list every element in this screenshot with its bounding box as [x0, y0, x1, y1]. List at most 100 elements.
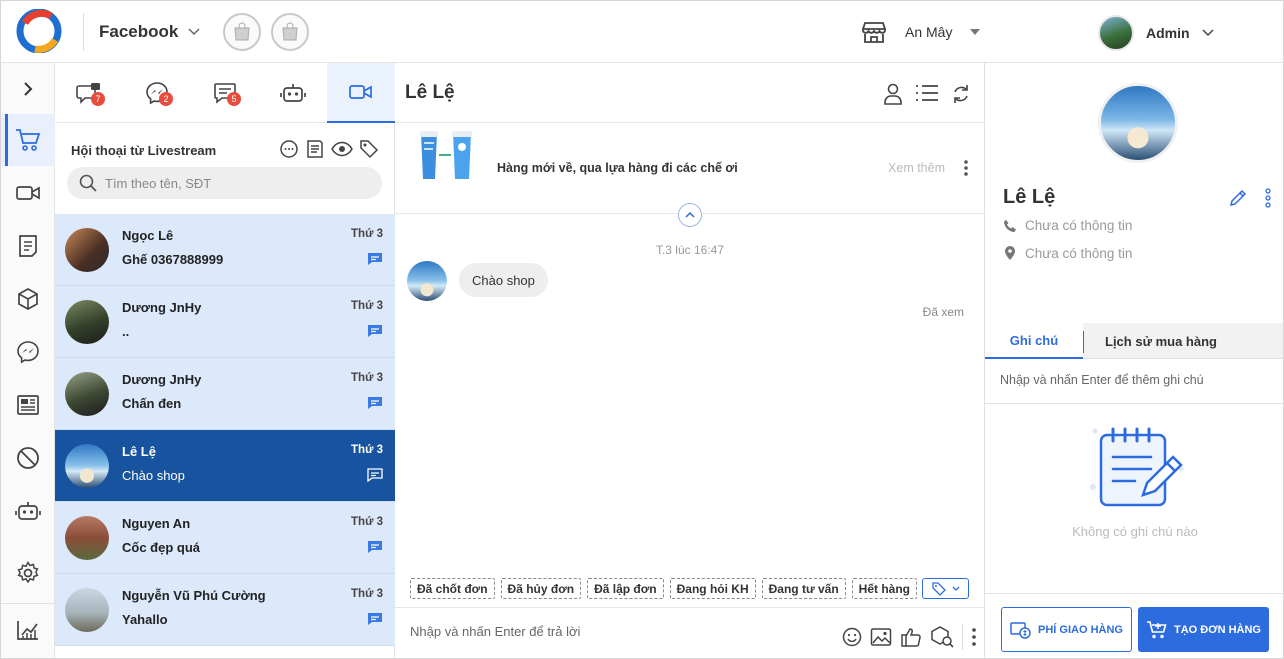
- message-icon: [368, 613, 382, 625]
- tag-icon: [931, 581, 946, 596]
- message-composer: [395, 607, 985, 658]
- quick-tag-button[interactable]: Đã hủy đơn: [500, 578, 582, 599]
- tag-dropdown-button[interactable]: [922, 578, 969, 599]
- location-icon: [1005, 246, 1015, 260]
- contact-name: Nguyễn Vũ Phú Cường: [122, 588, 266, 603]
- contact-name: Lê Lệ: [122, 444, 156, 459]
- sender-avatar: [407, 261, 447, 301]
- nav-expand-button[interactable]: [1, 63, 55, 115]
- unread-badge: 7: [91, 92, 105, 106]
- nav-item-news[interactable]: [1, 379, 55, 431]
- gear-icon: [17, 561, 39, 584]
- emoji-icon[interactable]: [842, 627, 862, 647]
- nav-item-posts[interactable]: [1, 220, 55, 272]
- page-avatar-button[interactable]: [223, 13, 261, 51]
- message-time: Thứ 3: [351, 228, 383, 240]
- tab-messages[interactable]: 5: [191, 63, 259, 123]
- message-icon: [368, 325, 382, 337]
- quick-tag-button[interactable]: Hết hàng: [851, 578, 917, 599]
- nav-item-blocked[interactable]: [1, 432, 55, 484]
- page-avatar-button[interactable]: [271, 13, 309, 51]
- shipping-fee-button[interactable]: PHÍ GIAO HÀNG: [1001, 607, 1132, 652]
- user-icon[interactable]: [883, 83, 903, 105]
- message-time: Thứ 3: [351, 516, 383, 528]
- more-vertical-icon[interactable]: [971, 627, 977, 647]
- conversation-item[interactable]: Nguyen An Cốc đẹp quá Thứ 3: [55, 502, 395, 574]
- bag-icon: [234, 22, 250, 41]
- composer-tools: [842, 624, 977, 650]
- see-more-link[interactable]: Xem thêm: [888, 161, 945, 175]
- divider: [83, 13, 84, 51]
- tab-livestream[interactable]: [327, 63, 395, 123]
- quick-tag-button[interactable]: Đang hỏi KH: [669, 578, 756, 599]
- chat-pane: Lê Lệ Hàng mới về, qua lựa hàng đi các c…: [395, 63, 985, 658]
- note-icon[interactable]: [305, 139, 325, 159]
- nav-item-messenger[interactable]: [1, 326, 55, 378]
- nav-item-orders[interactable]: [1, 114, 55, 166]
- message-time: Thứ 3: [351, 588, 383, 600]
- tab-comments[interactable]: 7: [55, 63, 123, 123]
- phone-row: Chưa có thông tin: [1003, 218, 1132, 233]
- quick-tag-button[interactable]: Đã chốt đơn: [410, 578, 495, 599]
- app-window: Facebook An Mây Admin 7 2 5 Hội thoại từ…: [0, 0, 1284, 659]
- tab-purchase-history[interactable]: Lịch sử mua hàng: [1105, 323, 1217, 359]
- conversation-item[interactable]: Dương JnHy Chấn đen Thứ 3: [55, 358, 395, 430]
- search-input[interactable]: [105, 175, 365, 191]
- quick-tag-button[interactable]: Đã lập đơn: [587, 578, 664, 599]
- conversation-item[interactable]: Ngọc Lê Ghế 0367888999 Thứ 3: [55, 214, 395, 286]
- bot-icon: [280, 84, 306, 102]
- nav-item-products[interactable]: [1, 273, 55, 325]
- nav-item-settings[interactable]: [1, 547, 55, 599]
- box-icon: [18, 288, 38, 310]
- product-image: [420, 131, 472, 179]
- tag-icon[interactable]: [359, 139, 379, 159]
- empty-notes-text: Không có ghi chú nào: [1072, 524, 1198, 539]
- tab-notes[interactable]: Ghi chú: [985, 323, 1083, 359]
- seen-status: Đã xem: [922, 305, 964, 319]
- message-icon: [368, 541, 382, 553]
- refresh-icon[interactable]: [951, 83, 971, 105]
- conversation-pane: 7 2 5 Hội thoại từ Livestream Tìm theo t…: [55, 63, 395, 658]
- contact-name: Ngọc Lê: [122, 228, 174, 243]
- nav-item-reports[interactable]: [1, 604, 55, 656]
- eye-icon[interactable]: [331, 139, 353, 159]
- video-icon: [16, 186, 40, 200]
- tab-messenger[interactable]: 2: [123, 63, 191, 123]
- tab-bot[interactable]: [259, 63, 327, 123]
- avatar: [65, 228, 109, 272]
- collapse-post-button[interactable]: [678, 203, 702, 227]
- empty-notes-icon: [1090, 427, 1184, 507]
- thumbs-up-icon[interactable]: [900, 626, 922, 648]
- app-logo-icon[interactable]: [15, 9, 63, 53]
- chart-icon: [17, 621, 38, 640]
- store-selector[interactable]: An Mây: [861, 21, 981, 43]
- cart-icon: [16, 129, 41, 151]
- conversation-item-selected[interactable]: Lê Lệ Chào shop Thứ 3: [55, 430, 395, 502]
- product-search-icon[interactable]: [930, 626, 954, 648]
- phone-icon: [1004, 219, 1016, 232]
- avatar: [65, 300, 109, 344]
- create-order-button[interactable]: TẠO ĐƠN HÀNG: [1138, 607, 1269, 652]
- conversation-item[interactable]: Nguyễn Vũ Phú Cường Yahallo Thứ 3: [55, 574, 395, 646]
- list-icon[interactable]: [915, 83, 939, 103]
- contact-name: Dương JnHy: [122, 372, 202, 387]
- address-value: Chưa có thông tin: [1025, 245, 1133, 261]
- image-icon[interactable]: [870, 627, 892, 647]
- nav-item-livestream[interactable]: [1, 167, 55, 219]
- reply-input[interactable]: [410, 624, 810, 639]
- nav-item-bot[interactable]: [1, 485, 55, 537]
- edit-icon[interactable]: [1229, 189, 1247, 207]
- user-menu[interactable]: Admin: [1098, 15, 1214, 51]
- conversation-item[interactable]: Dương JnHy .. Thứ 3: [55, 286, 395, 358]
- more-vertical-icon[interactable]: [1265, 188, 1271, 208]
- cart-plus-icon: [1147, 620, 1167, 638]
- note-input[interactable]: [1000, 373, 1270, 387]
- unread-badge: 5: [227, 92, 241, 106]
- message-timestamp: T.3 lúc 16:47: [655, 243, 725, 257]
- chat-bubble-icon[interactable]: [279, 139, 299, 159]
- top-bar: Facebook An Mây Admin: [1, 1, 1283, 63]
- chat-header-tools: [883, 83, 971, 105]
- quick-tag-button[interactable]: Đang tư vấn: [761, 578, 846, 599]
- page-selector[interactable]: Facebook: [99, 19, 200, 45]
- more-vertical-icon[interactable]: [963, 159, 969, 177]
